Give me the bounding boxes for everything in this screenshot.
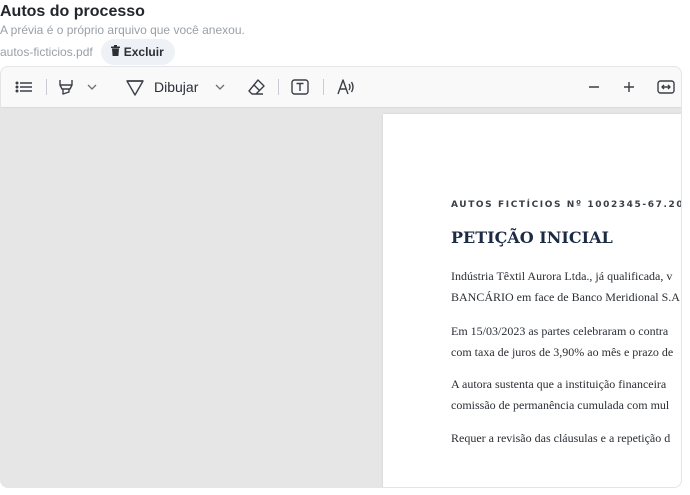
highlight-options-chevron-icon[interactable] — [84, 67, 100, 107]
toolbar-divider — [46, 79, 47, 95]
paragraph-line: com taxa de juros de 3,90% ao mês e praz… — [451, 345, 674, 359]
paragraph-line: comissão de permanência cumulada com mul — [451, 398, 670, 412]
draw-options-chevron-icon[interactable] — [212, 67, 228, 107]
file-row: autos-ficticios.pdf Excluir — [0, 39, 175, 65]
trash-icon — [110, 45, 120, 59]
document-paragraph: Em 15/03/2023 as partes celebraram o con… — [451, 321, 673, 363]
draw-tool-label[interactable]: Dibujar — [154, 67, 198, 107]
highlight-icon[interactable] — [54, 67, 78, 107]
fit-width-icon[interactable] — [654, 67, 678, 107]
document-paragraph: Indústria Têxtil Aurora Ltda., já qualif… — [451, 266, 680, 308]
pdf-viewer: Dibujar AUTOS FICTÍCIOS Nº 1002345-67.20… — [0, 66, 682, 488]
delete-button-label: Excluir — [123, 45, 164, 59]
paragraph-line: Em 15/03/2023 as partes celebraram o con… — [451, 324, 669, 338]
paragraph-line: BANCÁRIO em face de Banco Meridional S.A — [451, 290, 680, 304]
document-paragraph: Requer a revisão das cláusulas e a repet… — [451, 428, 670, 449]
case-number: AUTOS FICTÍCIOS Nº 1002345-67.2026.8. — [451, 200, 682, 210]
eraser-icon[interactable] — [244, 67, 268, 107]
paragraph-line: Indústria Têxtil Aurora Ltda., já qualif… — [451, 269, 673, 283]
document-page: AUTOS FICTÍCIOS Nº 1002345-67.2026.8. PE… — [383, 114, 682, 487]
read-aloud-icon[interactable] — [334, 67, 358, 107]
document-paragraph: A autora sustenta que a instituição fina… — [451, 374, 669, 416]
file-name: autos-ficticios.pdf — [0, 45, 93, 59]
outline-icon[interactable] — [11, 67, 37, 107]
document-heading: PETIÇÃO INICIAL — [451, 228, 613, 247]
page-subtitle: A prévia é o próprio arquivo que você an… — [0, 23, 245, 37]
toolbar-divider — [323, 79, 324, 95]
zoom-out-icon[interactable] — [583, 67, 605, 107]
page-title: Autos do processo — [0, 3, 145, 20]
delete-file-button[interactable]: Excluir — [100, 39, 175, 65]
document-scroll-area[interactable]: AUTOS FICTÍCIOS Nº 1002345-67.2026.8. PE… — [1, 108, 681, 487]
text-box-icon[interactable] — [288, 67, 312, 107]
paragraph-line: A autora sustenta que a instituição fina… — [451, 377, 667, 391]
zoom-in-icon[interactable] — [618, 67, 640, 107]
toolbar-divider — [278, 79, 279, 95]
pdf-toolbar: Dibujar — [1, 67, 681, 108]
draw-icon[interactable] — [123, 67, 147, 107]
paragraph-line: Requer a revisão das cláusulas e a repet… — [451, 431, 671, 445]
